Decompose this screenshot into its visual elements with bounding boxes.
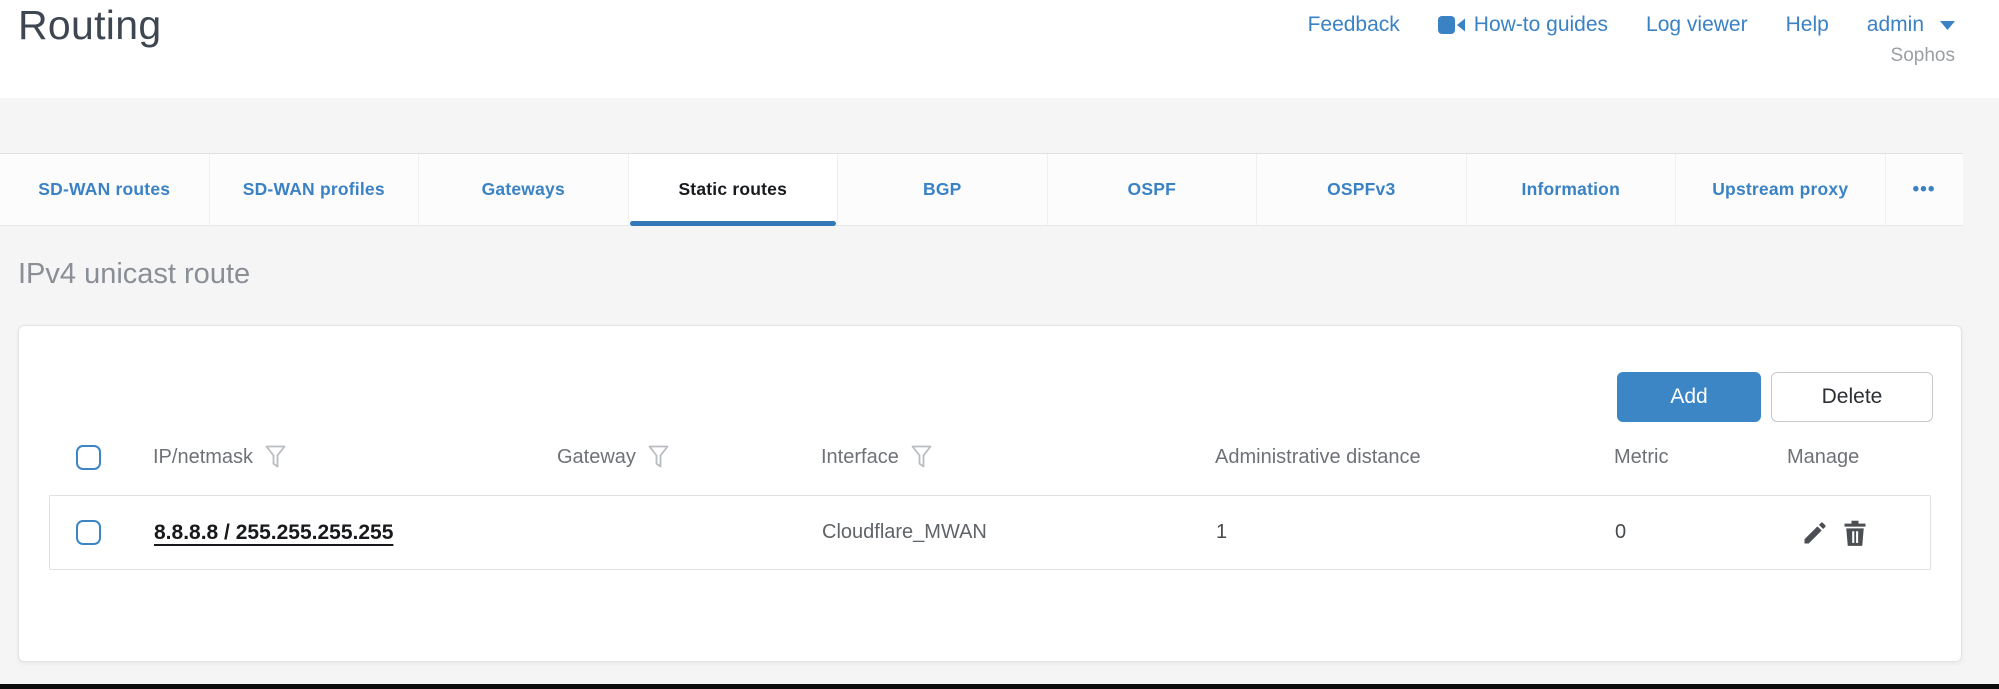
column-header-admin-distance-label: Administrative distance	[1215, 446, 1421, 469]
edit-icon[interactable]	[1801, 519, 1829, 547]
admin-distance-cell: 1	[1216, 521, 1615, 544]
row-checkbox[interactable]	[76, 520, 101, 545]
select-all-checkbox[interactable]	[76, 445, 101, 470]
page-title: Routing	[18, 2, 161, 49]
user-menu-label: admin	[1867, 13, 1924, 37]
page-header: Routing Feedback How-to guides Log viewe…	[0, 0, 1999, 98]
tab-ospfv3[interactable]: OSPFv3	[1257, 154, 1467, 225]
user-menu[interactable]: admin	[1867, 13, 1955, 37]
column-header-gateway: Gateway	[557, 445, 821, 469]
tab-bgp[interactable]: BGP	[838, 154, 1048, 225]
column-header-metric-label: Metric	[1614, 446, 1668, 469]
metric-cell: 0	[1615, 521, 1788, 544]
add-button[interactable]: Add	[1617, 372, 1761, 422]
ip-netmask-cell: 8.8.8.8 / 255.255.255.255	[154, 521, 558, 545]
routes-panel: Add Delete IP/netmask Gateway Interface …	[18, 325, 1962, 662]
row-select-cell	[50, 520, 154, 545]
brand-label: Sophos	[1891, 45, 1955, 67]
routing-page: { "page": { "title": "Routing" }, "heade…	[0, 0, 1999, 689]
section-heading: IPv4 unicast route	[18, 258, 250, 291]
select-all-cell	[49, 445, 153, 470]
log-viewer-link[interactable]: Log viewer	[1646, 13, 1748, 37]
manage-cell	[1788, 519, 1930, 547]
column-header-manage-label: Manage	[1787, 446, 1859, 469]
tab-ospf[interactable]: OSPF	[1048, 154, 1258, 225]
howto-guides-link[interactable]: How-to guides	[1438, 13, 1608, 37]
tab-bar: SD-WAN routes SD-WAN profiles Gateways S…	[0, 153, 1963, 226]
column-header-ip-netmask: IP/netmask	[153, 445, 557, 469]
column-header-gateway-label: Gateway	[557, 446, 636, 469]
window-bottom-edge	[0, 684, 1999, 689]
column-header-manage: Manage	[1787, 446, 1931, 469]
chevron-down-icon	[1940, 21, 1955, 30]
tab-gateways[interactable]: Gateways	[419, 154, 629, 225]
tab-static-routes[interactable]: Static routes	[629, 154, 839, 225]
header-links: Feedback How-to guides Log viewer Help a…	[1308, 13, 1955, 37]
howto-guides-label: How-to guides	[1474, 13, 1608, 37]
route-ip-link[interactable]: 8.8.8.8 / 255.255.255.255	[154, 521, 393, 544]
filter-icon[interactable]	[265, 445, 286, 469]
tab-sd-wan-profiles[interactable]: SD-WAN profiles	[210, 154, 420, 225]
delete-icon[interactable]	[1842, 519, 1868, 547]
table-row: 8.8.8.8 / 255.255.255.255 Cloudflare_MWA…	[49, 495, 1931, 570]
interface-cell: Cloudflare_MWAN	[822, 521, 1216, 544]
video-camera-icon	[1438, 15, 1465, 35]
column-header-ip-netmask-label: IP/netmask	[153, 446, 253, 469]
help-link[interactable]: Help	[1786, 13, 1829, 37]
tab-information[interactable]: Information	[1467, 154, 1677, 225]
table-header: IP/netmask Gateway Interface Administrat…	[49, 436, 1931, 478]
column-header-metric: Metric	[1614, 446, 1787, 469]
column-header-interface-label: Interface	[821, 446, 899, 469]
delete-button[interactable]: Delete	[1771, 372, 1933, 422]
feedback-link[interactable]: Feedback	[1308, 13, 1400, 37]
tab-overflow-menu[interactable]: •••	[1886, 154, 1963, 225]
filter-icon[interactable]	[911, 445, 932, 469]
tab-sd-wan-routes[interactable]: SD-WAN routes	[0, 154, 210, 225]
column-header-admin-distance: Administrative distance	[1215, 446, 1614, 469]
tab-upstream-proxy[interactable]: Upstream proxy	[1676, 154, 1886, 225]
column-header-interface: Interface	[821, 445, 1215, 469]
filter-icon[interactable]	[648, 445, 669, 469]
